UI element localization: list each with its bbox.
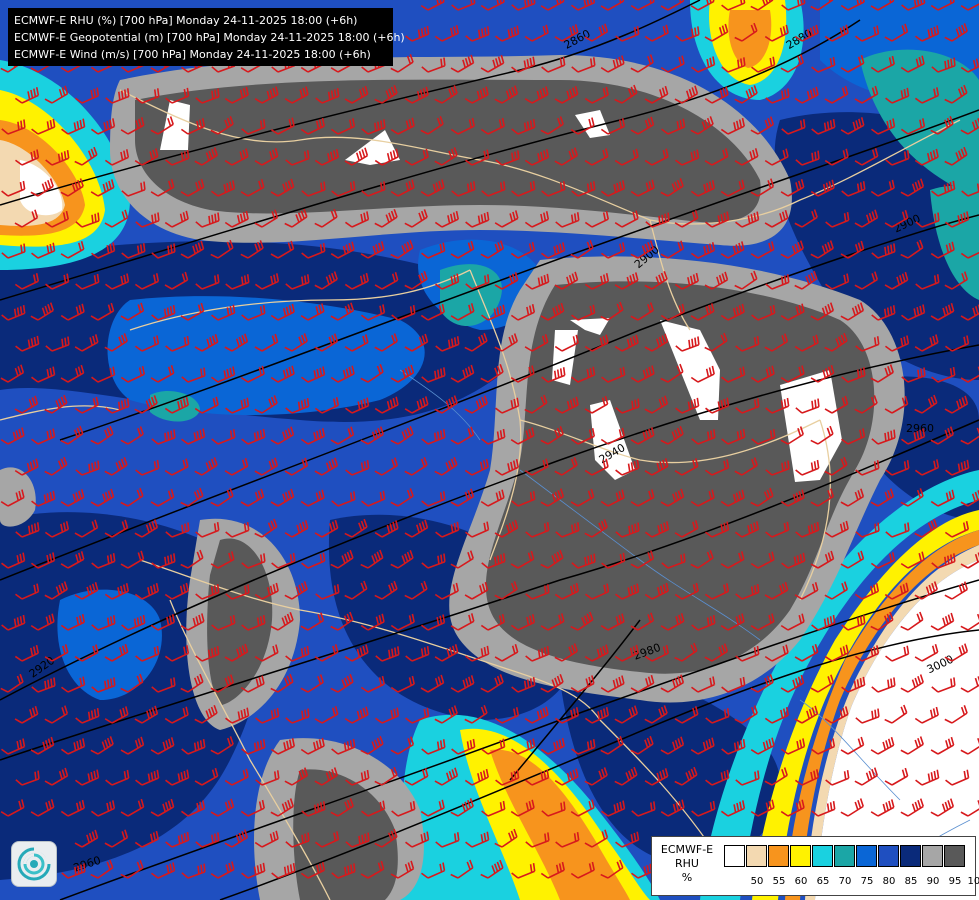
- legend-tick-label: 50: [750, 876, 764, 887]
- legend-swatch: [900, 845, 921, 867]
- legend-swatch: [922, 845, 943, 867]
- legend-swatch: [834, 845, 855, 867]
- legend-swatch: [746, 845, 767, 867]
- legend-title: ECMWF-E RHU %: [654, 843, 720, 885]
- legend-tick-label: 85: [904, 876, 918, 887]
- legend-title-variable: RHU: [675, 857, 699, 870]
- legend-ticks: 50 55 60 65 70 75 80 85 90 95 100: [724, 876, 979, 890]
- legend-title-model: ECMWF-E: [660, 843, 714, 856]
- legend-swatch: [856, 845, 877, 867]
- map-header: ECMWF-E RHU (%) [700 hPa] Monday 24-11-2…: [8, 8, 405, 66]
- legend-tick-label: 55: [772, 876, 786, 887]
- legend-swatch: [878, 845, 899, 867]
- legend-swatches: [724, 845, 966, 867]
- legend-tick-label: 80: [882, 876, 896, 887]
- header-wind-line: ECMWF-E Wind (m/s) [700 hPa] Monday 24-1…: [14, 48, 371, 61]
- legend-swatch: [790, 845, 811, 867]
- legend-tick-label: 75: [860, 876, 874, 887]
- ecmwf-logo: [11, 841, 57, 887]
- legend-unit: %: [681, 871, 693, 884]
- legend-tick-label: 70: [838, 876, 852, 887]
- legend-swatch: [768, 845, 789, 867]
- legend-tick-label: 90: [926, 876, 940, 887]
- legend-swatch: [724, 845, 745, 867]
- legend-tick-label: 60: [794, 876, 808, 887]
- legend-swatch: [812, 845, 833, 867]
- legend-tick-label: 95: [948, 876, 962, 887]
- legend-tick-label: 65: [816, 876, 830, 887]
- ecmwf-swirl-logo-icon: [17, 847, 51, 881]
- header-rhu-line: ECMWF-E RHU (%) [700 hPa] Monday 24-11-2…: [14, 14, 358, 27]
- rhu-weather-map: 2860 2880 2900 2920 2940 2960 2980 3000 …: [0, 0, 979, 900]
- legend-tick-label: 100: [967, 876, 979, 887]
- header-geopotential-line: ECMWF-E Geopotential (m) [700 hPa] Monda…: [14, 31, 405, 44]
- rhu-legend: ECMWF-E RHU % 50 55 60 65 70 75 80 85 90 95 100: [651, 836, 979, 896]
- legend-swatch: [944, 845, 965, 867]
